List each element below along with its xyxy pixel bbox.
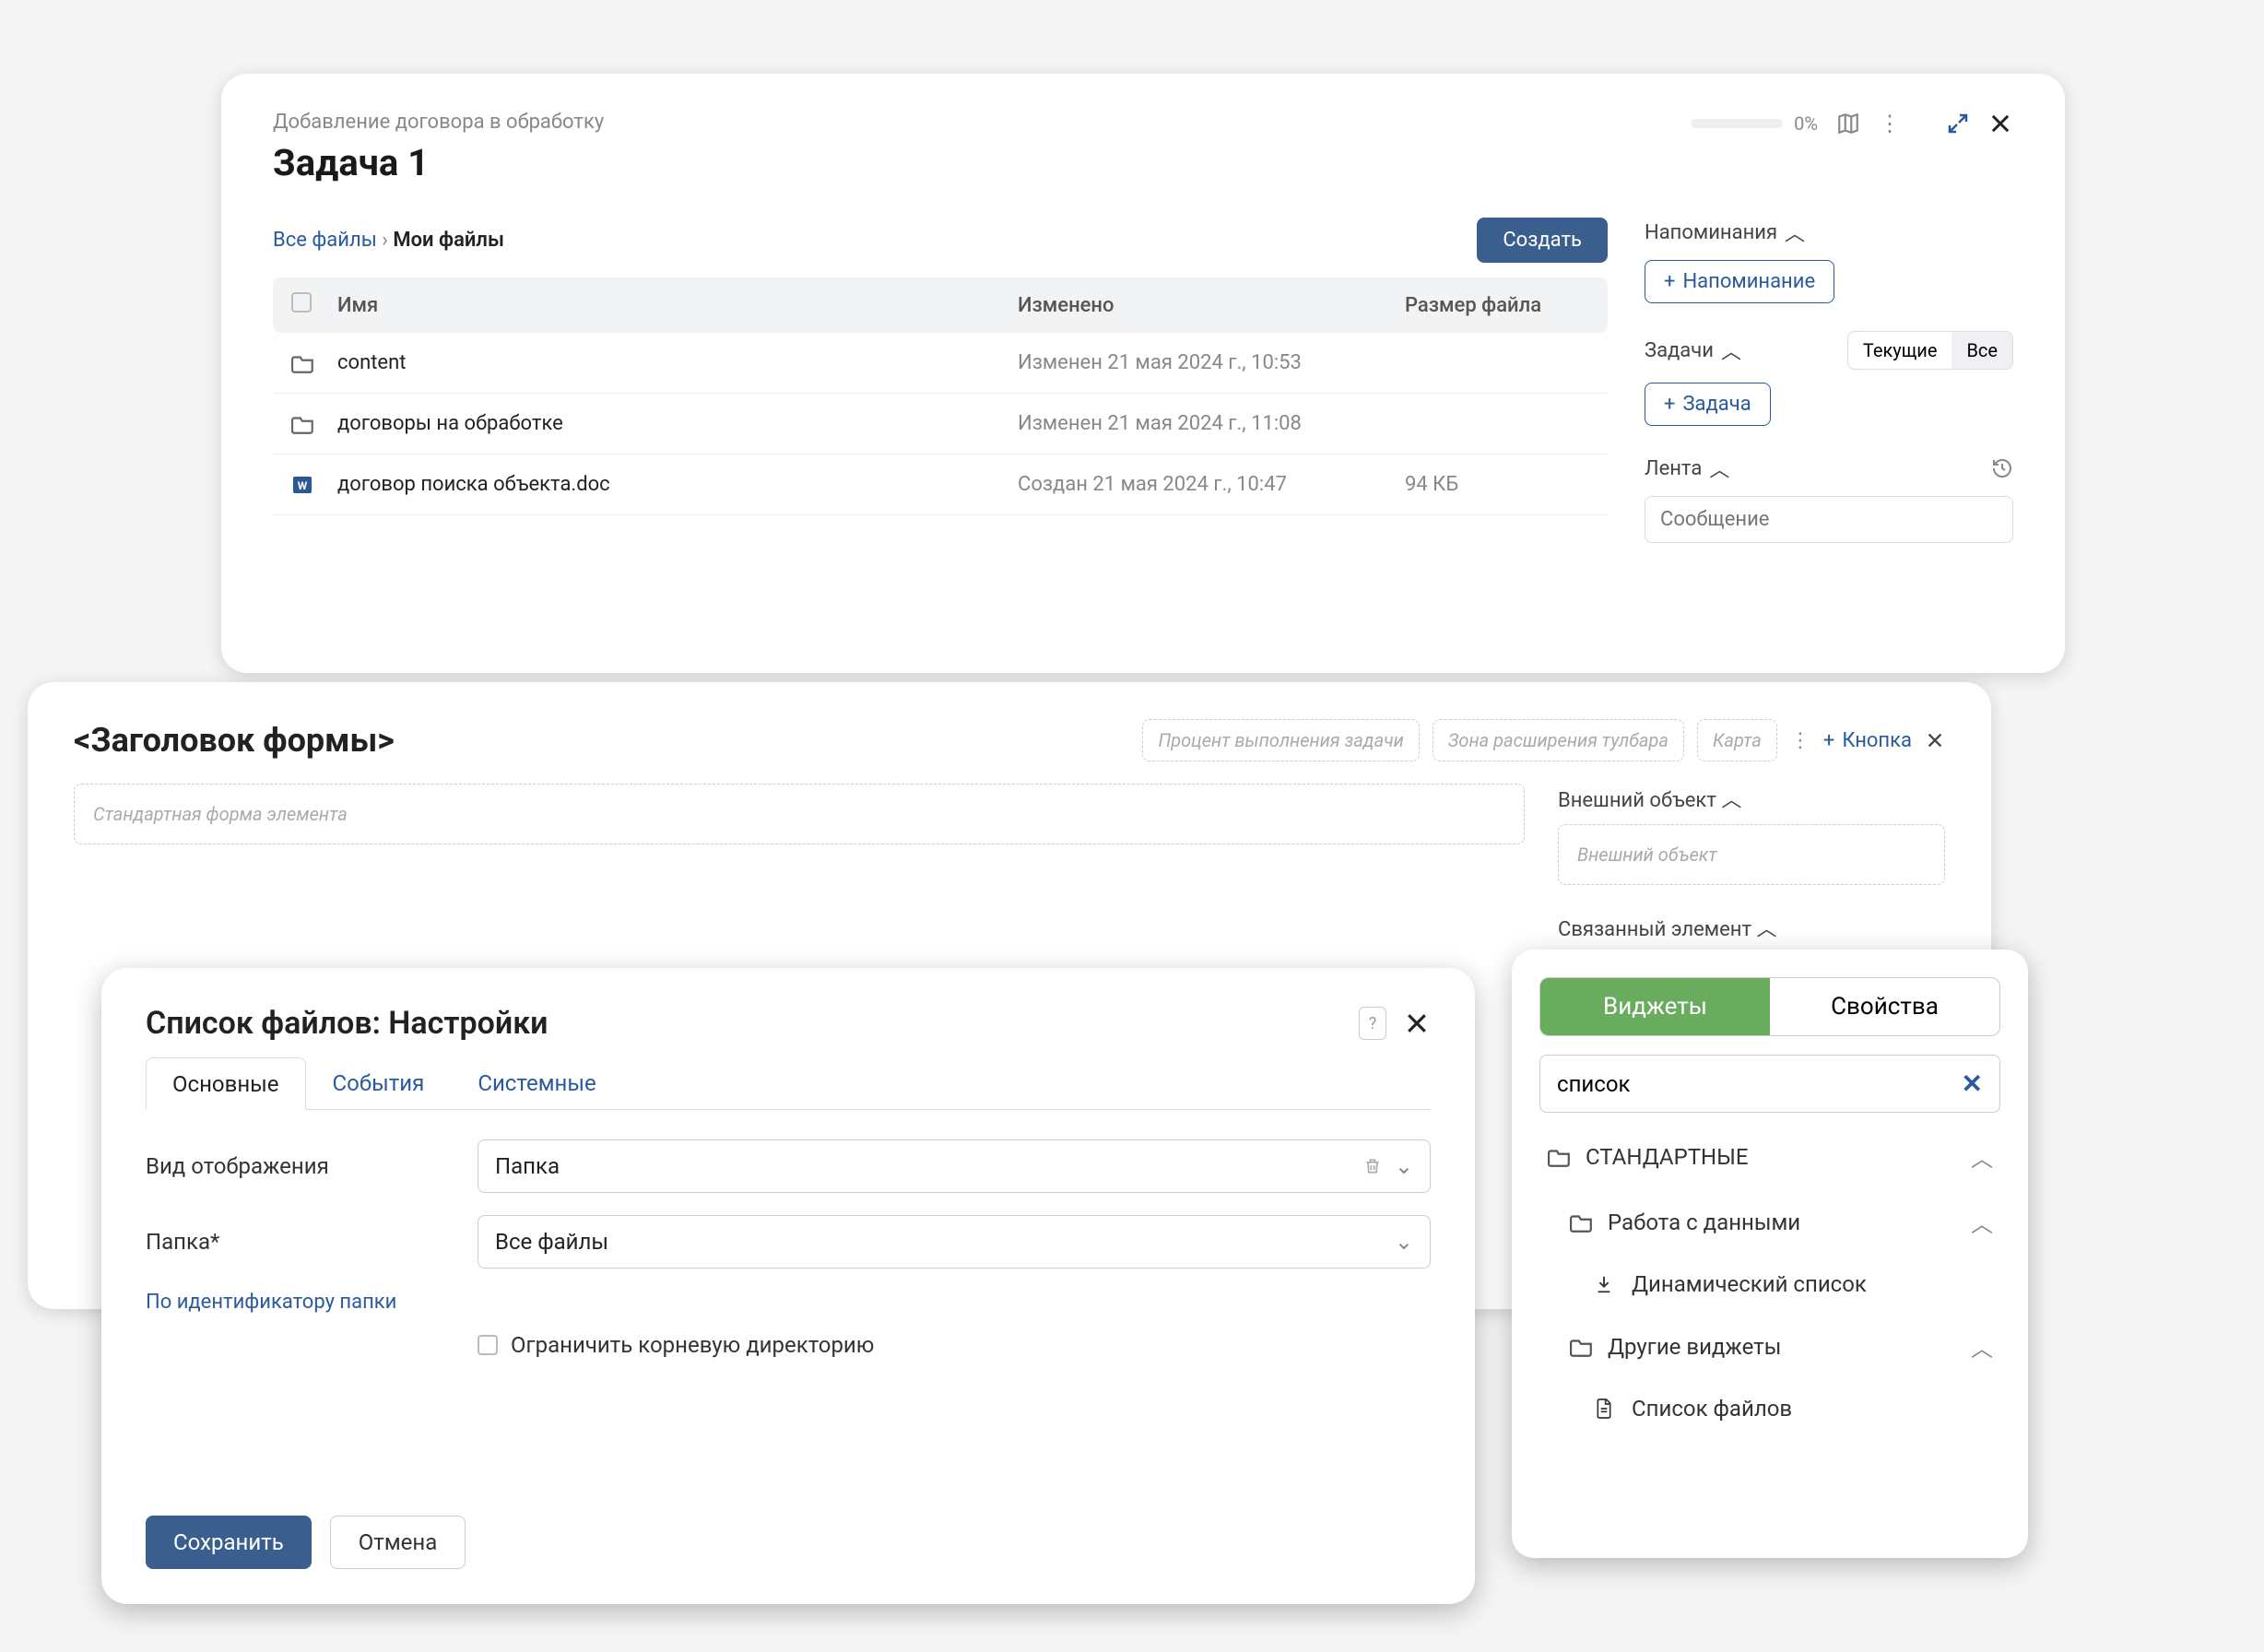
task-header: Добавление договора в обработку Задача 1…: [273, 111, 2013, 184]
plus-icon: +: [1664, 270, 1675, 293]
view-label: Вид отображения: [146, 1153, 478, 1179]
table-header: Имя Изменено Размер файла: [273, 277, 1608, 333]
chevron-down-icon: ⌄: [1395, 1229, 1413, 1255]
form-title: <Заголовок формы>: [74, 721, 395, 760]
folder-select[interactable]: Все файлы ⌄: [478, 1215, 1431, 1268]
widget-item-file-list[interactable]: Список файлов: [1539, 1379, 2000, 1438]
reminders-title[interactable]: Напоминания︿: [1645, 218, 2013, 247]
map-icon[interactable]: [1836, 112, 1860, 136]
document-icon: [1591, 1398, 1617, 1420]
svg-text:W: W: [298, 479, 308, 492]
chevron-up-icon: ︿: [1709, 454, 1729, 483]
chevron-down-icon: ⌄: [1395, 1153, 1413, 1179]
task-breadcrumb: Добавление договора в обработку: [273, 111, 604, 134]
linked-element-title[interactable]: Связанный элемент ︿: [1558, 913, 1945, 942]
select-all-checkbox[interactable]: [291, 292, 312, 313]
chevron-up-icon: ︿: [1971, 1140, 1993, 1173]
tab-main[interactable]: Основные: [146, 1057, 306, 1110]
folder-icon: [1569, 1212, 1595, 1233]
settings-dialog: Список файлов: Настройки ? Основные Собы…: [101, 968, 1475, 1604]
widgets-panel: Виджеты Свойства список ✕ СТАНДАРТНЫЕ ︿ …: [1512, 950, 2028, 1558]
expand-icon[interactable]: [1947, 112, 1969, 135]
breadcrumb-root[interactable]: Все файлы: [273, 229, 377, 252]
task-window: Добавление договора в обработку Задача 1…: [221, 74, 2065, 673]
progress-placeholder[interactable]: Процент выполнения задачи: [1142, 719, 1419, 761]
create-button[interactable]: Создать: [1477, 218, 1608, 263]
widgets-tabs: Виджеты Свойства: [1539, 977, 2000, 1036]
folder-icon: [1569, 1337, 1595, 1357]
help-icon[interactable]: ?: [1359, 1007, 1386, 1040]
external-object-title[interactable]: Внешний объект ︿: [1558, 784, 1945, 813]
word-doc-icon: W: [291, 474, 337, 496]
breadcrumb-current: Мои файлы: [393, 229, 504, 252]
kebab-icon[interactable]: ⋮: [1879, 111, 1901, 136]
history-icon[interactable]: [1991, 457, 2013, 479]
restrict-root-label: Ограничить корневую директорию: [511, 1332, 874, 1358]
feed-title[interactable]: Лента︿: [1645, 454, 1729, 483]
progress-indicator: 0%: [1691, 112, 1818, 135]
standard-form-placeholder[interactable]: Стандартная форма элемента: [74, 784, 1525, 844]
restrict-root-checkbox[interactable]: [478, 1335, 498, 1355]
plus-icon: +: [1823, 729, 1834, 752]
widget-item-dynamic-list[interactable]: Динамический список: [1539, 1255, 2000, 1314]
folder-icon: [1547, 1147, 1573, 1167]
seg-current[interactable]: Текущие: [1848, 332, 1952, 369]
category-other[interactable]: Другие виджеты ︿: [1539, 1314, 2000, 1379]
chevron-up-icon: ︿: [1757, 918, 1777, 941]
chevron-up-icon: ︿: [1785, 218, 1805, 247]
map-placeholder[interactable]: Карта: [1697, 719, 1777, 761]
view-select[interactable]: Папка ⌄: [478, 1139, 1431, 1193]
download-icon: [1591, 1274, 1617, 1294]
category-standard[interactable]: СТАНДАРТНЫЕ ︿: [1539, 1124, 2000, 1189]
plus-icon: +: [1664, 393, 1675, 416]
table-row[interactable]: W договор поиска объекта.doc Создан 21 м…: [273, 454, 1608, 515]
folder-icon: [291, 414, 337, 434]
folder-label: Папка*: [146, 1229, 478, 1255]
add-task-button[interactable]: +Задача: [1645, 383, 1771, 426]
close-icon[interactable]: [1987, 111, 2013, 136]
tab-widgets[interactable]: Виджеты: [1540, 978, 1770, 1035]
chevron-up-icon: ︿: [1971, 1206, 1993, 1238]
widget-search-input[interactable]: список ✕: [1539, 1055, 2000, 1113]
tasks-title[interactable]: Задачи︿: [1645, 336, 1741, 365]
folder-icon: [291, 353, 337, 373]
settings-tabs: Основные События Системные: [146, 1056, 1431, 1110]
tab-properties[interactable]: Свойства: [1770, 978, 1999, 1035]
chevron-up-icon: ︿: [1721, 789, 1741, 812]
trash-icon[interactable]: [1363, 1156, 1382, 1176]
save-button[interactable]: Сохранить: [146, 1516, 312, 1569]
cancel-button[interactable]: Отмена: [330, 1516, 466, 1569]
tab-events[interactable]: События: [306, 1056, 452, 1109]
close-icon[interactable]: [1925, 730, 1945, 750]
toolbar-zone-placeholder[interactable]: Зона расширения тулбара: [1433, 719, 1684, 761]
seg-all[interactable]: Все: [1952, 332, 2012, 369]
message-input[interactable]: [1645, 496, 2013, 543]
close-icon[interactable]: [1403, 1009, 1431, 1037]
table-row[interactable]: content Изменен 21 мая 2024 г., 10:53: [273, 333, 1608, 394]
clear-search-icon[interactable]: ✕: [1962, 1068, 1983, 1099]
chevron-up-icon: ︿: [1971, 1330, 1993, 1363]
tab-system[interactable]: Системные: [451, 1056, 622, 1109]
kebab-icon[interactable]: ⋮: [1790, 729, 1810, 752]
chevron-up-icon: ︿: [1721, 336, 1741, 365]
task-title: Задача 1: [273, 141, 604, 184]
table-row[interactable]: договоры на обработке Изменен 21 мая 202…: [273, 394, 1608, 454]
add-button-button[interactable]: +Кнопка: [1823, 729, 1912, 752]
external-object-placeholder[interactable]: Внешний объект: [1558, 824, 1945, 885]
files-breadcrumbs: Все файлы › Мои файлы: [273, 229, 504, 252]
add-reminder-button[interactable]: +Напоминание: [1645, 260, 1834, 303]
category-data[interactable]: Работа с данными ︿: [1539, 1189, 2000, 1255]
by-folder-id-link[interactable]: По идентификатору папки: [146, 1291, 396, 1314]
tasks-segment: Текущие Все: [1847, 331, 2013, 370]
settings-title: Список файлов: Настройки: [146, 1005, 548, 1042]
